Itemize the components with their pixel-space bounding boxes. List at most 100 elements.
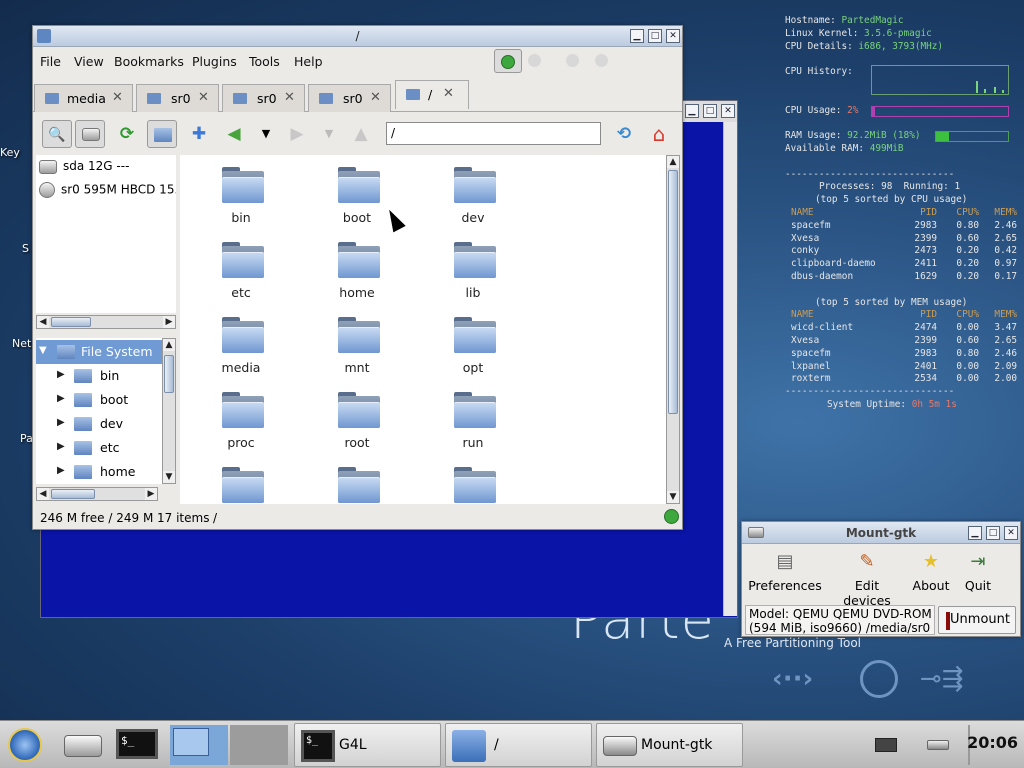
- tab-media[interactable]: media ✕: [34, 84, 133, 112]
- tree-item-etc[interactable]: ▶ etc: [36, 436, 162, 460]
- tree-item-home[interactable]: ▶ home: [36, 460, 162, 484]
- path-input[interactable]: /: [386, 122, 601, 145]
- tree-item-boot[interactable]: ▶ boot: [36, 388, 162, 412]
- expander-closed-icon[interactable]: ▶: [57, 393, 65, 404]
- minimize-icon[interactable]: ▁: [630, 29, 644, 43]
- tree-item-dev[interactable]: ▶ dev: [36, 412, 162, 436]
- drive-tray-icon[interactable]: [924, 725, 952, 765]
- tree-hscrollbar[interactable]: ◀ ▶: [36, 487, 158, 501]
- launcher-drives[interactable]: [60, 725, 106, 765]
- mount-gtk-window[interactable]: Mount-gtk ▁ □ ✕ ▤ Preferences ✎ Edit devic…: [741, 521, 1021, 637]
- task-g4l[interactable]: $_ G4L: [294, 723, 441, 767]
- folder-item-run[interactable]: run: [428, 386, 518, 456]
- tab-close-icon[interactable]: ✕: [443, 86, 454, 101]
- back-arrow-icon[interactable]: ◀: [219, 120, 249, 148]
- maximize-icon[interactable]: □: [703, 104, 717, 118]
- forward-arrow-icon[interactable]: ▶: [282, 120, 312, 148]
- folder-item-proc[interactable]: proc: [196, 386, 286, 456]
- expander-closed-icon[interactable]: ▶: [57, 441, 65, 452]
- close-icon[interactable]: ✕: [1004, 526, 1018, 540]
- back-history-dropdown-icon[interactable]: ▼: [251, 120, 281, 148]
- new-tab-icon[interactable]: ✚: [184, 120, 214, 148]
- edit-devices-button[interactable]: ✎ Edit devices: [830, 548, 904, 609]
- forward-history-dropdown-icon[interactable]: ▼: [314, 120, 344, 148]
- file-manager-titlebar[interactable]: / ▁ □ ✕: [33, 26, 682, 47]
- tab-close-icon[interactable]: ✕: [112, 90, 123, 105]
- home-icon[interactable]: ⌂: [644, 120, 674, 148]
- scroll-down-icon[interactable]: ▼: [163, 471, 175, 483]
- task-mount-gtk[interactable]: Mount-gtk: [596, 723, 743, 767]
- close-icon[interactable]: ✕: [666, 29, 680, 43]
- close-icon[interactable]: ✕: [721, 104, 735, 118]
- file-grid-vscrollbar[interactable]: ▲ ▼: [666, 155, 680, 504]
- scroll-thumb[interactable]: [51, 317, 91, 327]
- minimize-icon[interactable]: ▁: [685, 104, 699, 118]
- unmount-button[interactable]: Unmount: [938, 606, 1016, 634]
- menu-view[interactable]: View: [74, 54, 104, 69]
- folder-item-root[interactable]: root: [312, 386, 402, 456]
- up-arrow-icon[interactable]: ▲: [346, 120, 376, 148]
- device-list-hscrollbar[interactable]: ◀ ▶: [36, 315, 176, 329]
- scroll-down-icon[interactable]: ▼: [667, 491, 679, 503]
- tab-sr0[interactable]: sr0 ✕: [308, 84, 391, 112]
- search-icon[interactable]: 🔍: [42, 120, 72, 148]
- menu-file[interactable]: File: [40, 54, 61, 69]
- folder-item-dev[interactable]: dev: [428, 161, 518, 231]
- expander-closed-icon[interactable]: ▶: [57, 465, 65, 476]
- scroll-thumb[interactable]: [51, 489, 95, 499]
- folder-item[interactable]: [312, 461, 402, 504]
- task-file-manager[interactable]: /: [445, 723, 592, 767]
- menu-plugins[interactable]: Plugins: [192, 54, 237, 69]
- dir-tree-toggle-button[interactable]: [147, 120, 177, 148]
- devices-toggle-button[interactable]: [75, 120, 105, 148]
- device-sda[interactable]: sda 12G ---: [39, 159, 176, 174]
- launcher-terminal[interactable]: $_: [114, 725, 160, 765]
- refresh-icon[interactable]: ⟳: [112, 120, 142, 148]
- quit-button[interactable]: ⇥ Quit: [960, 548, 996, 598]
- tab-close-icon[interactable]: ✕: [198, 90, 209, 105]
- folder-item-opt[interactable]: opt: [428, 311, 518, 381]
- folder-item-media[interactable]: media: [196, 311, 286, 381]
- scroll-thumb[interactable]: [668, 170, 678, 414]
- scroll-up-icon[interactable]: ▲: [163, 339, 175, 351]
- folder-item[interactable]: [196, 461, 286, 504]
- menu-help[interactable]: Help: [294, 54, 323, 69]
- menu-bookmarks[interactable]: Bookmarks: [114, 54, 184, 69]
- scroll-right-icon[interactable]: ▶: [145, 488, 157, 500]
- network-tray-icon[interactable]: [872, 725, 900, 765]
- menu-tools[interactable]: Tools: [249, 54, 280, 69]
- scroll-left-icon[interactable]: ◀: [37, 316, 49, 328]
- start-menu-button[interactable]: [2, 725, 46, 765]
- tree-item-bin[interactable]: ▶ bin: [36, 364, 162, 388]
- scroll-up-icon[interactable]: ▲: [667, 156, 679, 168]
- minimize-icon[interactable]: ▁: [968, 526, 982, 540]
- task-manager-button[interactable]: [494, 49, 522, 73]
- tab-close-icon[interactable]: ✕: [370, 90, 381, 105]
- maximize-icon[interactable]: □: [648, 29, 662, 43]
- desktop-switcher-active[interactable]: [170, 725, 228, 765]
- folder-item-home[interactable]: home: [312, 236, 402, 306]
- go-refresh-icon[interactable]: ⟲: [609, 120, 639, 148]
- device-sr0[interactable]: sr0 595M HBCD 15.2: [39, 182, 176, 198]
- mount-gtk-titlebar[interactable]: Mount-gtk ▁ □ ✕: [742, 522, 1020, 544]
- tree-item-filesystem[interactable]: ▼ File System: [36, 340, 162, 364]
- background-window-scrollbar[interactable]: [723, 122, 737, 616]
- tab-sr0[interactable]: sr0 ✕: [136, 84, 219, 112]
- folder-item-mnt[interactable]: mnt: [312, 311, 402, 381]
- about-button[interactable]: ★ About: [910, 548, 952, 598]
- tab-close-icon[interactable]: ✕: [284, 90, 295, 105]
- expander-closed-icon[interactable]: ▶: [57, 417, 65, 428]
- file-manager-window[interactable]: / ▁ □ ✕ File View Bookmarks Plugins Tool…: [32, 25, 683, 530]
- expander-open-icon[interactable]: ▼: [39, 345, 47, 356]
- tab-root[interactable]: / ✕: [395, 80, 469, 109]
- preferences-button[interactable]: ▤ Preferences: [748, 548, 822, 598]
- desktop-icon-label[interactable]: Key: [0, 146, 36, 159]
- folder-item-bin[interactable]: bin: [196, 161, 286, 231]
- tab-sr0[interactable]: sr0 ✕: [222, 84, 305, 112]
- folder-item-lib[interactable]: lib: [428, 236, 518, 306]
- scroll-left-icon[interactable]: ◀: [37, 488, 49, 500]
- maximize-icon[interactable]: □: [986, 526, 1000, 540]
- expander-closed-icon[interactable]: ▶: [57, 369, 65, 380]
- scroll-right-icon[interactable]: ▶: [163, 316, 175, 328]
- desktop-switcher[interactable]: [230, 725, 288, 765]
